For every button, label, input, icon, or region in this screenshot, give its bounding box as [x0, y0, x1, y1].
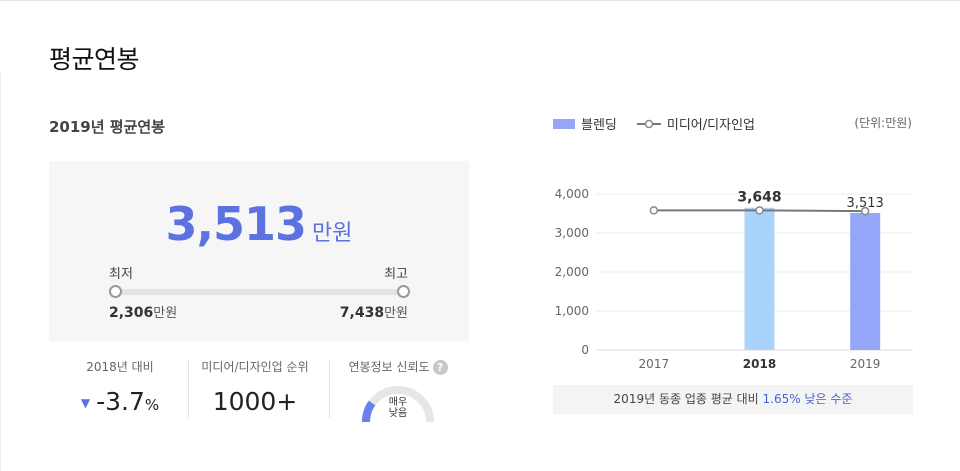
x-tick-label: 2019	[850, 357, 881, 371]
yoy-change-value: -3.7	[96, 387, 145, 416]
y-tick-label: 0	[581, 343, 589, 357]
x-tick-label: 2018	[743, 357, 776, 371]
reliability-label: 연봉정보 신뢰도	[348, 360, 430, 374]
down-arrow-icon: ▼	[80, 396, 91, 410]
chart-note-highlight: 1.65% 낮은 수준	[762, 392, 853, 406]
salary-summary-panel: 3,513 만원 최저 최고 2,306만원 7,438만원	[49, 161, 469, 341]
industry-rank-stat: 미디어/디자인업 순위 1000+	[190, 358, 320, 416]
min-label: 최저	[109, 267, 133, 282]
stat-divider	[188, 360, 189, 418]
bar-2018	[744, 207, 775, 350]
average-salary-value: 3,513	[165, 197, 308, 251]
range-max-dot	[397, 285, 410, 298]
max-label: 최고	[384, 267, 408, 282]
legend-company-label: 블렌딩	[581, 118, 617, 133]
yoy-change-stat: 2018년 대비 ▼ -3.7%	[60, 358, 180, 416]
salary-range-track	[115, 289, 403, 295]
reliability-stat: 연봉정보 신뢰도?	[333, 358, 463, 375]
y-tick-label: 4,000	[555, 187, 589, 201]
unit-note: (단위:만원)	[854, 116, 912, 130]
section-title: 2019년 평균연봉	[49, 118, 165, 136]
min-salary-unit: 만원	[153, 306, 178, 321]
bar-value-label: 3,648	[737, 190, 781, 206]
industry-point-2017	[649, 206, 659, 215]
bar-value-label: 3,513	[847, 196, 884, 211]
max-salary: 7,438만원	[340, 302, 408, 321]
legend-item-industry: 미디어/디자인업	[636, 114, 755, 133]
average-salary-unit: 만원	[312, 221, 353, 246]
reliability-level: 매우 낮음	[388, 397, 408, 419]
legend-item-company: 블렌딩	[553, 114, 617, 133]
chart-note-text: 2019년 동종 업종 평균 대비	[613, 392, 763, 406]
salary-chart: 4,000 3,000 2,000 1,000 0 3,648 3,513 2017 2018 2…	[555, 187, 913, 371]
min-salary: 2,306만원	[109, 302, 177, 321]
y-tick-label: 1,000	[555, 304, 589, 318]
chart-legend: 블렌딩 미디어/디자인업	[553, 114, 775, 133]
bar-2019	[850, 212, 881, 350]
max-salary-unit: 만원	[384, 306, 408, 321]
yoy-change-label: 2018년 대비	[86, 360, 154, 374]
left-divider	[0, 72, 1, 471]
x-tick-label: 2017	[639, 357, 670, 371]
y-tick-label: 2,000	[555, 265, 589, 279]
bar-swatch-icon	[553, 118, 575, 129]
help-icon[interactable]: ?	[432, 360, 448, 375]
line-swatch-icon	[636, 119, 661, 128]
stat-divider	[329, 360, 330, 418]
average-salary: 3,513 만원	[49, 197, 469, 251]
industry-rank-value: 1000+	[212, 387, 298, 416]
industry-point-2018	[755, 206, 764, 215]
y-tick-label: 3,000	[555, 226, 589, 240]
min-salary-value: 2,306	[109, 305, 154, 321]
range-min-dot	[109, 285, 122, 298]
max-salary-value: 7,438	[339, 305, 385, 321]
legend-industry-label: 미디어/디자인업	[666, 118, 755, 133]
industry-rank-label: 미디어/디자인업 순위	[201, 360, 309, 374]
gauge-fill	[362, 400, 376, 423]
chart-comparison-note: 2019년 동종 업종 평균 대비 1.65% 낮은 수준	[553, 385, 913, 414]
top-divider	[0, 0, 960, 1]
yoy-change-unit: %	[144, 396, 160, 414]
page-title: 평균연봉	[49, 45, 140, 74]
